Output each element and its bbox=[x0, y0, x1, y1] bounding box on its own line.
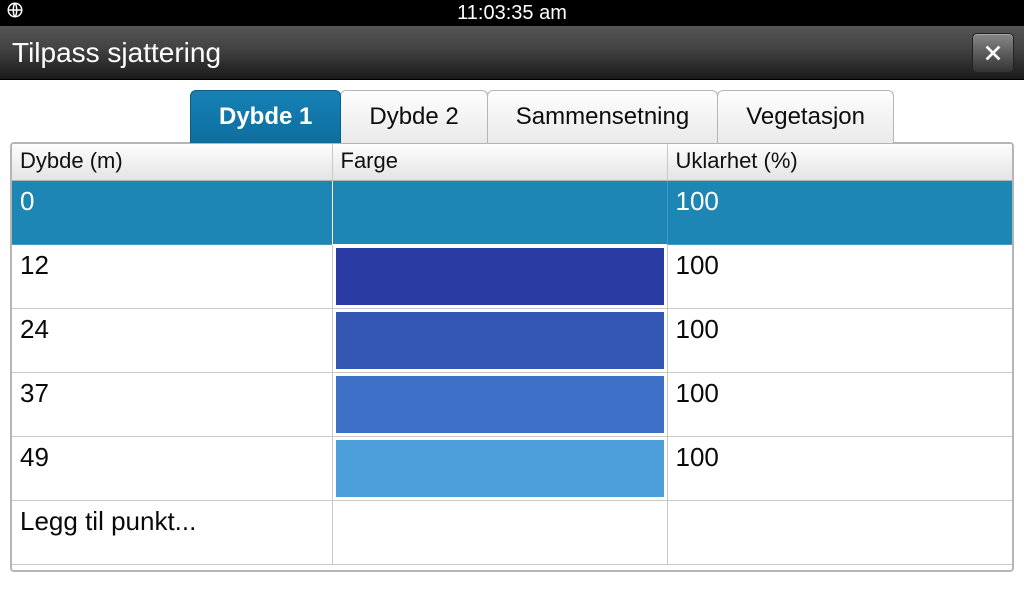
color-swatch bbox=[336, 440, 664, 497]
cell-depth[interactable]: 24 bbox=[12, 309, 332, 373]
cell-color[interactable] bbox=[332, 245, 667, 309]
globe-icon bbox=[6, 1, 24, 25]
cell-opacity[interactable]: 100 bbox=[667, 245, 1012, 309]
col-color[interactable]: Farge bbox=[332, 144, 667, 181]
close-button[interactable] bbox=[972, 33, 1014, 73]
cell-depth[interactable]: 0 bbox=[12, 181, 332, 245]
cell-color[interactable] bbox=[332, 373, 667, 437]
color-swatch bbox=[336, 376, 664, 433]
col-opacity[interactable]: Uklarhet (%) bbox=[667, 144, 1012, 181]
table-row[interactable]: 12 100 bbox=[12, 245, 1012, 309]
content: Dybde 1Dybde 2SammensetningVegetasjon Dy… bbox=[0, 80, 1024, 572]
window-title: Tilpass sjattering bbox=[12, 37, 221, 69]
close-icon bbox=[982, 42, 1004, 64]
tabs: Dybde 1Dybde 2SammensetningVegetasjon bbox=[190, 90, 1014, 143]
table-row[interactable]: 0 100 bbox=[12, 181, 1012, 245]
tab-dybde-1[interactable]: Dybde 1 bbox=[190, 90, 341, 143]
table-row[interactable]: 24 100 bbox=[12, 309, 1012, 373]
add-point-color bbox=[332, 501, 667, 565]
table-header-row: Dybde (m) Farge Uklarhet (%) bbox=[12, 144, 1012, 181]
cell-opacity[interactable]: 100 bbox=[667, 309, 1012, 373]
shading-table: Dybde (m) Farge Uklarhet (%) 01001210024… bbox=[12, 144, 1012, 565]
cell-depth[interactable]: 49 bbox=[12, 437, 332, 501]
add-point-opacity bbox=[667, 501, 1012, 565]
cell-opacity[interactable]: 100 bbox=[667, 181, 1012, 245]
cell-color[interactable] bbox=[332, 437, 667, 501]
table-row[interactable]: 37 100 bbox=[12, 373, 1012, 437]
status-time: 11:03:35 am bbox=[457, 2, 567, 25]
cell-color[interactable] bbox=[332, 309, 667, 373]
add-point-row[interactable]: Legg til punkt... bbox=[12, 501, 1012, 565]
color-swatch bbox=[336, 248, 664, 305]
add-point-label[interactable]: Legg til punkt... bbox=[12, 501, 332, 565]
cell-opacity[interactable]: 100 bbox=[667, 373, 1012, 437]
cell-opacity[interactable]: 100 bbox=[667, 437, 1012, 501]
cell-depth[interactable]: 37 bbox=[12, 373, 332, 437]
tab-vegetasjon[interactable]: Vegetasjon bbox=[717, 90, 894, 143]
col-depth[interactable]: Dybde (m) bbox=[12, 144, 332, 181]
tab-sammensetning[interactable]: Sammensetning bbox=[487, 90, 718, 143]
titlebar: Tilpass sjattering bbox=[0, 26, 1024, 80]
cell-color[interactable] bbox=[332, 181, 667, 245]
status-bar: 11:03:35 am bbox=[0, 0, 1024, 26]
cell-depth[interactable]: 12 bbox=[12, 245, 332, 309]
tab-dybde-2[interactable]: Dybde 2 bbox=[340, 90, 487, 143]
table-container: Dybde (m) Farge Uklarhet (%) 01001210024… bbox=[10, 142, 1014, 572]
color-swatch bbox=[336, 312, 664, 369]
table-row[interactable]: 49 100 bbox=[12, 437, 1012, 501]
